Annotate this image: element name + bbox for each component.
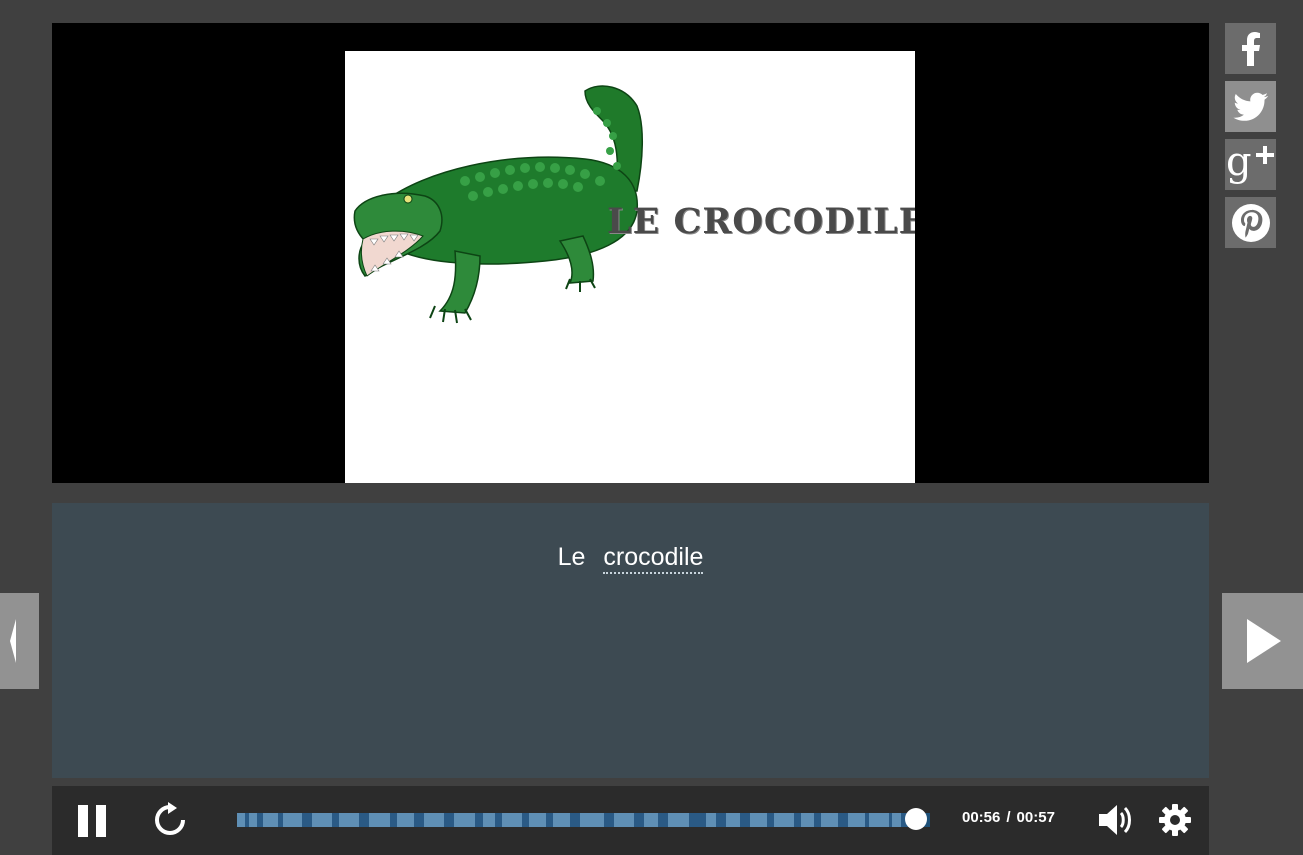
- pause-icon: [78, 805, 106, 837]
- seek-bar-buffered-segment: [237, 813, 246, 827]
- duration: 00:57: [1016, 809, 1055, 826]
- seek-handle[interactable]: [905, 808, 928, 830]
- caption: Le crocodile: [52, 543, 1209, 574]
- slide-image: LE CROCODILE: [345, 51, 915, 483]
- replay-button[interactable]: [152, 802, 188, 838]
- seek-bar-buffered-segment: [579, 813, 604, 827]
- volume-icon: [1099, 805, 1131, 835]
- slide-title: LE CROCODILE: [607, 201, 915, 242]
- seek-bar-buffered-segment: [868, 813, 889, 827]
- seek-bar-buffered-segment: [725, 813, 740, 827]
- pinterest-share-button[interactable]: [1225, 197, 1276, 248]
- chevron-left-icon: [9, 619, 16, 663]
- replay-icon: [155, 802, 185, 835]
- seek-bar-buffered-segment: [501, 813, 523, 827]
- google-plus-icon: g: [1226, 141, 1274, 185]
- transcript-panel: Le crocodile: [52, 503, 1209, 778]
- seek-bar-buffered-segment: [613, 813, 635, 827]
- previous-button[interactable]: [0, 593, 39, 689]
- crocodile-illustration: [353, 85, 643, 324]
- google-plus-share-button[interactable]: g: [1225, 139, 1276, 190]
- seek-bar-buffered-segment: [482, 813, 496, 827]
- seek-bar-buffered-segment: [848, 813, 866, 827]
- volume-button[interactable]: [1097, 802, 1133, 838]
- chevron-right-icon: [1246, 619, 1281, 663]
- svg-text:g: g: [1226, 141, 1252, 185]
- pinterest-icon: [1231, 203, 1270, 242]
- current-time: 00:56: [962, 809, 1001, 826]
- seek-bar-buffered-segment: [369, 813, 390, 827]
- settings-button[interactable]: [1158, 803, 1192, 837]
- seek-bar-buffered-segment: [338, 813, 360, 827]
- seek-bar[interactable]: [237, 808, 930, 830]
- seek-bar-buffered-segment: [283, 813, 302, 827]
- seek-bar-buffered-segment: [529, 813, 546, 827]
- seek-bar-buffered-segment: [396, 813, 414, 827]
- player-controls: 00:56 / 00:57: [52, 786, 1209, 855]
- seek-bar-buffered-segment: [644, 813, 659, 827]
- gear-icon: [1159, 804, 1191, 836]
- seek-bar-buffered-segment: [311, 813, 333, 827]
- next-button[interactable]: [1222, 593, 1303, 689]
- time-separator: /: [1006, 809, 1011, 826]
- seek-bar-buffered-segment: [668, 813, 689, 827]
- video-stage[interactable]: LE CROCODILE: [52, 23, 1209, 483]
- seek-bar-buffered-segment: [552, 813, 570, 827]
- seek-bar-buffered-segment: [892, 813, 902, 827]
- pause-button[interactable]: [76, 803, 108, 839]
- share-bar: g: [1225, 23, 1276, 255]
- twitter-icon: [1232, 92, 1268, 121]
- seek-bar-buffered-segment: [773, 813, 794, 827]
- caption-word[interactable]: Le: [558, 543, 586, 571]
- seek-bar-buffered-segment: [248, 813, 258, 827]
- time-display: 00:56 / 00:57: [962, 809, 1055, 826]
- seek-bar-buffered-segment: [705, 813, 716, 827]
- twitter-share-button[interactable]: [1225, 81, 1276, 132]
- seek-bar-buffered-segment: [423, 813, 445, 827]
- seek-bar-buffered-segment: [821, 813, 839, 827]
- seek-bar-buffered-segment: [749, 813, 767, 827]
- seek-bar-buffered-segment: [262, 813, 278, 827]
- seek-bar-buffered-segment: [454, 813, 475, 827]
- facebook-icon: [1241, 31, 1260, 66]
- caption-word-glossary[interactable]: crocodile: [603, 543, 704, 574]
- seek-bar-buffered-segment: [800, 813, 815, 827]
- facebook-share-button[interactable]: [1225, 23, 1276, 74]
